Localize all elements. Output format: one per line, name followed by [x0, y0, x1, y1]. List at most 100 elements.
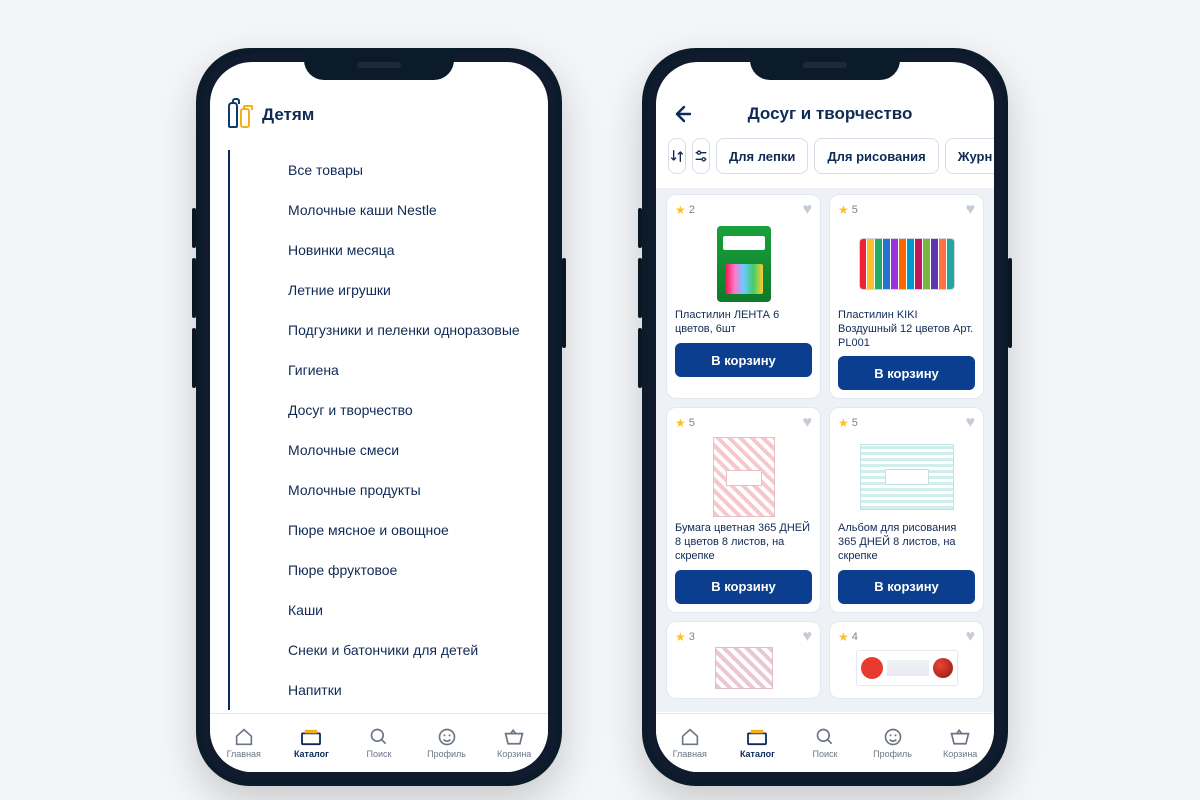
profile-icon	[436, 727, 458, 747]
nav-label: Поиск	[813, 749, 838, 759]
rating: ★4	[838, 630, 858, 644]
favorite-button[interactable]: ♥	[966, 414, 976, 432]
nav-profile[interactable]: Профиль	[413, 714, 481, 772]
nav-label: Профиль	[427, 749, 466, 759]
nav-cart[interactable]: Корзина	[926, 714, 994, 772]
phone-right: Досуг и творчество Для лепки Для рисован…	[642, 48, 1008, 786]
nav-label: Профиль	[873, 749, 912, 759]
rating: ★2	[675, 203, 695, 217]
category-item[interactable]: Каши	[276, 590, 548, 630]
nav-search[interactable]: Поиск	[791, 714, 859, 772]
product-image	[675, 221, 812, 307]
catalog-icon	[300, 727, 322, 747]
filter-chip[interactable]: Для рисования	[814, 138, 938, 174]
rating: ★5	[838, 203, 858, 217]
favorite-button[interactable]: ♥	[803, 201, 813, 219]
category-list: Все товары Молочные каши Nestle Новинки …	[210, 150, 548, 712]
nav-label: Корзина	[497, 749, 531, 759]
product-image	[838, 221, 975, 307]
bottom-nav: Главная Каталог Поиск Профиль Корзина	[656, 713, 994, 772]
nav-catalog[interactable]: Каталог	[278, 714, 346, 772]
favorite-button[interactable]: ♥	[966, 628, 976, 646]
product-image	[675, 648, 812, 688]
category-item[interactable]: Пюре мясное и овощное	[276, 510, 548, 550]
product-card[interactable]: ★2 ♥ Пластилин ЛЕНТА 6 цветов, 6шт В кор…	[666, 194, 821, 399]
filter-button[interactable]	[692, 138, 710, 174]
nav-label: Каталог	[294, 749, 329, 759]
search-icon	[368, 727, 390, 747]
rating: ★5	[675, 416, 695, 430]
category-item[interactable]: Новинки месяца	[276, 230, 548, 270]
profile-icon	[882, 727, 904, 747]
basket-icon	[503, 727, 525, 747]
category-item[interactable]: Снеки и батончики для детей	[276, 630, 548, 670]
product-image	[838, 648, 975, 688]
nav-label: Главная	[673, 749, 707, 759]
category-item[interactable]: Напитки	[276, 670, 548, 710]
category-item[interactable]: Молочные каши Nestle	[276, 190, 548, 230]
rating: ★3	[675, 630, 695, 644]
sliders-icon	[693, 148, 709, 164]
add-to-cart-button[interactable]: В корзину	[675, 343, 812, 377]
category-title: Детям	[262, 105, 314, 125]
product-name: Пластилин ЛЕНТА 6 цветов, 6шт	[675, 309, 812, 337]
star-icon: ★	[675, 203, 686, 217]
baby-products-icon	[228, 102, 250, 128]
phone-left: Детям Все товары Молочные каши Nestle Но…	[196, 48, 562, 786]
product-card[interactable]: ★4 ♥	[829, 621, 984, 699]
category-item[interactable]: Подгузники и пеленки одноразовые	[276, 310, 548, 350]
category-item[interactable]: Гигиена	[276, 350, 548, 390]
product-card[interactable]: ★3 ♥	[666, 621, 821, 699]
home-icon	[679, 727, 701, 747]
rating: ★5	[838, 416, 858, 430]
nav-label: Поиск	[367, 749, 392, 759]
favorite-button[interactable]: ♥	[803, 628, 813, 646]
category-item[interactable]: Молочные смеси	[276, 430, 548, 470]
product-grid[interactable]: ★2 ♥ Пластилин ЛЕНТА 6 цветов, 6шт В кор…	[656, 188, 994, 712]
filter-chip[interactable]: Журн	[945, 138, 994, 174]
category-item[interactable]: Молочные продукты	[276, 470, 548, 510]
product-card[interactable]: ★5 ♥ Бумага цветная 365 ДНЕЙ 8 цветов 8 …	[666, 407, 821, 612]
nav-profile[interactable]: Профиль	[859, 714, 927, 772]
category-item[interactable]: Летние игрушки	[276, 270, 548, 310]
category-item[interactable]: Досуг и творчество	[276, 390, 548, 430]
nav-cart[interactable]: Корзина	[480, 714, 548, 772]
star-icon: ★	[675, 630, 686, 644]
star-icon: ★	[675, 416, 686, 430]
product-card[interactable]: ★5 ♥ Пластилин KIKI Воздушный 12 цветов …	[829, 194, 984, 399]
catalog-icon	[746, 727, 768, 747]
bottom-nav: Главная Каталог Поиск	[210, 713, 548, 772]
star-icon: ★	[838, 203, 849, 217]
star-icon: ★	[838, 416, 849, 430]
sort-button[interactable]	[668, 138, 686, 174]
back-button[interactable]	[670, 102, 694, 126]
add-to-cart-button[interactable]: В корзину	[838, 356, 975, 390]
product-image	[838, 434, 975, 520]
sort-icon	[669, 148, 685, 164]
filter-row: Для лепки Для рисования Журн	[656, 134, 994, 184]
product-card[interactable]: ★5 ♥ Альбом для рисования 365 ДНЕЙ 8 лис…	[829, 407, 984, 612]
nav-label: Каталог	[740, 749, 775, 759]
category-item[interactable]: Пюре фруктовое	[276, 550, 548, 590]
nav-home[interactable]: Главная	[210, 714, 278, 772]
product-image	[675, 434, 812, 520]
star-icon: ★	[838, 630, 849, 644]
home-icon	[233, 727, 255, 747]
nav-home[interactable]: Главная	[656, 714, 724, 772]
nav-search[interactable]: Поиск	[345, 714, 413, 772]
category-item[interactable]: Все товары	[276, 150, 548, 190]
listing-title: Досуг и творчество	[704, 104, 956, 124]
add-to-cart-button[interactable]: В корзину	[838, 570, 975, 604]
product-name: Альбом для рисования 365 ДНЕЙ 8 листов, …	[838, 522, 975, 563]
nav-label: Главная	[227, 749, 261, 759]
basket-icon	[949, 727, 971, 747]
nav-label: Корзина	[943, 749, 977, 759]
product-name: Пластилин KIKI Воздушный 12 цветов Арт. …	[838, 309, 975, 350]
product-name: Бумага цветная 365 ДНЕЙ 8 цветов 8 листо…	[675, 522, 812, 563]
filter-chip[interactable]: Для лепки	[716, 138, 808, 174]
favorite-button[interactable]: ♥	[803, 414, 813, 432]
search-icon	[814, 727, 836, 747]
nav-catalog[interactable]: Каталог	[724, 714, 792, 772]
add-to-cart-button[interactable]: В корзину	[675, 570, 812, 604]
favorite-button[interactable]: ♥	[966, 201, 976, 219]
